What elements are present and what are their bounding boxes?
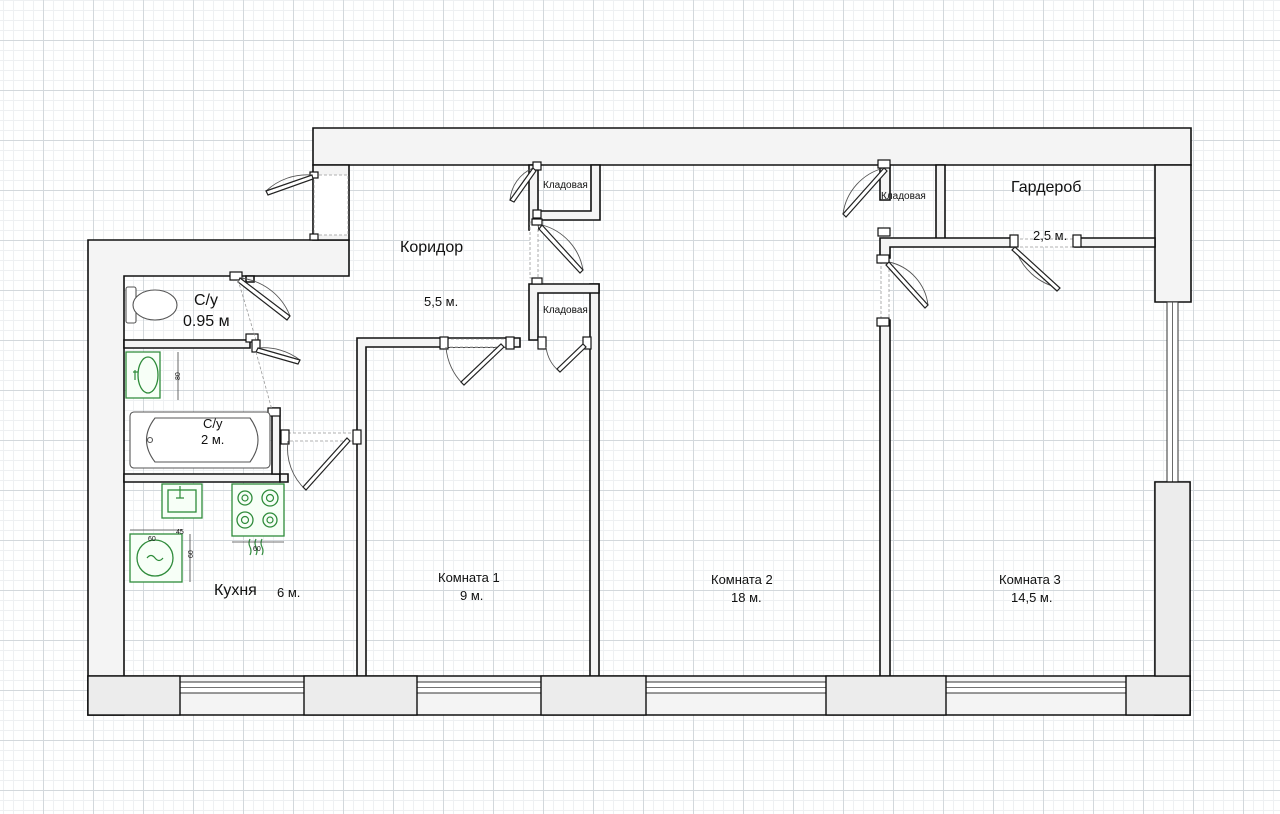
wc-name: С/у <box>194 292 218 309</box>
doors <box>229 159 1082 491</box>
kitchen-name: Кухня <box>214 582 257 599</box>
wardrobe-area: 2,5 м. <box>1033 228 1067 243</box>
room1-area: 9 м. <box>460 588 483 603</box>
washer-drum-label: 60 <box>148 536 156 543</box>
sink-dim-label: 80 <box>175 372 182 380</box>
wall-right-upper <box>1154 164 1192 303</box>
wall-wardrobe-bottom-right <box>1074 237 1156 248</box>
pantry2-name: Кладовая <box>543 305 588 316</box>
pantry1-name: Кладовая <box>543 180 588 191</box>
washer-depth-label: 60 <box>188 550 195 558</box>
wall-kitchen-corridor <box>279 473 289 483</box>
bath-area: 2 м. <box>201 432 224 447</box>
wall-room2-room3 <box>879 319 891 677</box>
room1-name: Комната 1 <box>438 570 500 585</box>
wall-pantry-upper <box>537 164 601 221</box>
stove-dim-label: 60 <box>253 546 261 553</box>
pantry3-name: Кладовая <box>881 191 926 202</box>
floor-plan: 80 60 45 60 60 Коридор 5,5 м. С/у 0.95 м… <box>87 127 1192 716</box>
windows <box>179 301 1179 694</box>
washbasin-icon <box>125 351 161 399</box>
wall-room1-top <box>356 337 521 677</box>
washing-machine-icon <box>129 533 183 583</box>
wall-wardrobe-bottom <box>879 237 1013 259</box>
toilet-icon <box>125 286 178 324</box>
wall-wardrobe-left <box>935 164 946 240</box>
room3-name: Комната 3 <box>999 572 1061 587</box>
wall-top <box>312 127 1192 166</box>
kitchen-area: 6 м. <box>277 585 300 600</box>
room3-area: 14,5 м. <box>1011 590 1052 605</box>
wall-bath-right <box>271 407 281 475</box>
room2-name: Комната 2 <box>711 572 773 587</box>
stove-icon <box>231 483 285 556</box>
wc-area: 0.95 м <box>183 313 230 330</box>
wall-bath-kitchen <box>123 473 281 483</box>
room2-area: 18 м. <box>731 590 762 605</box>
kitchen-sink-icon <box>161 483 203 519</box>
bath-name: С/у <box>203 416 223 431</box>
bathtub-icon <box>129 411 271 469</box>
wall-wc-bath <box>123 339 251 349</box>
wardrobe-name: Гардероб <box>1011 179 1081 196</box>
washer-width-label: 45 <box>176 529 184 536</box>
corridor-area: 5,5 м. <box>424 294 458 309</box>
corridor-name: Коридор <box>400 239 463 256</box>
